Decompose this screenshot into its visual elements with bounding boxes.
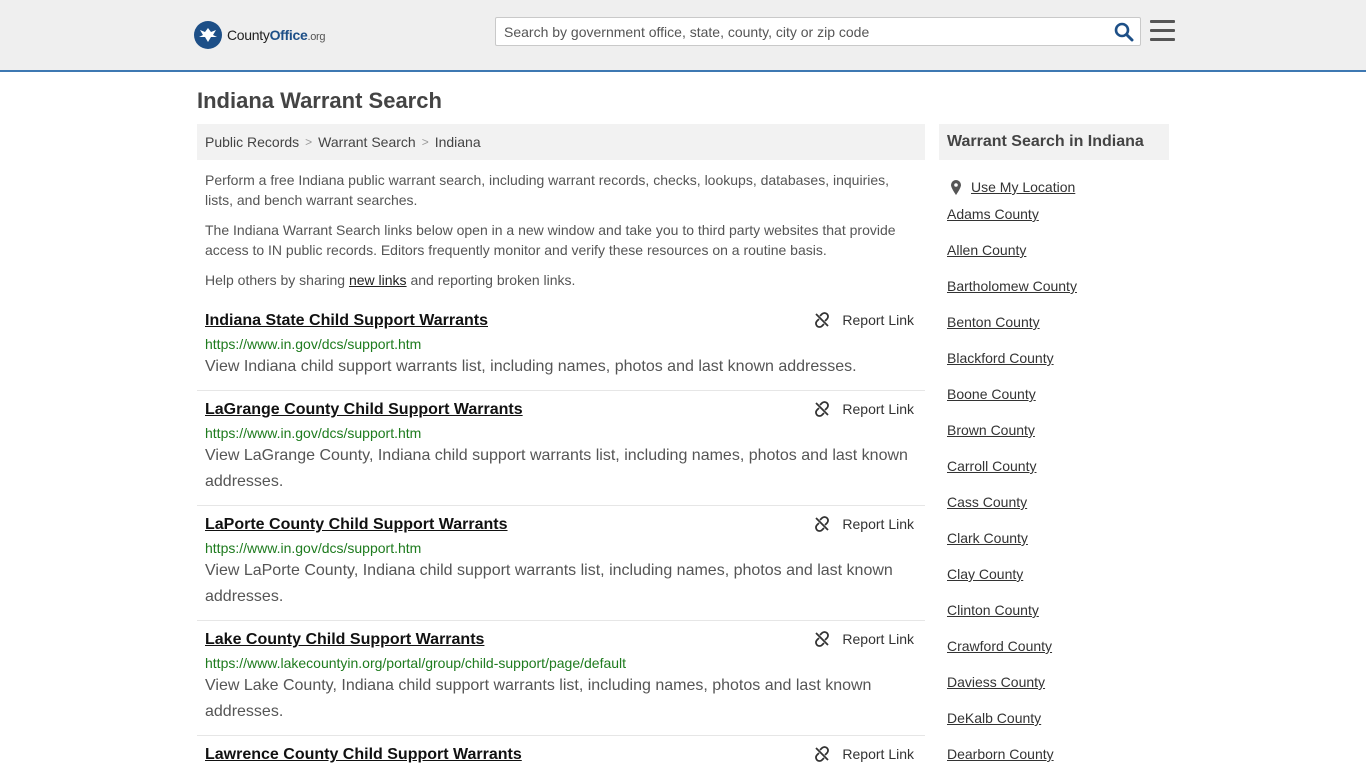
county-link[interactable]: Blackford County [947,350,1054,366]
logo-eagle-icon [194,21,222,49]
list-item: Benton County [939,304,1169,340]
report-link-button[interactable]: Report Link [814,401,914,417]
record-description: View LaPorte County, Indiana child suppo… [205,562,893,605]
county-link[interactable]: Cass County [947,494,1027,510]
breadcrumb-indiana[interactable]: Indiana [435,134,481,150]
site-header: CountyOffice.org [0,0,1366,72]
county-list: Adams County Allen County Bartholomew Co… [939,196,1169,768]
search-icon[interactable] [1114,22,1134,42]
broken-link-icon [815,312,830,328]
sidebar: Warrant Search in Indiana Use My Locatio… [939,124,1169,768]
record-item: Lake County Child Support Warrants Repor… [197,621,925,736]
breadcrumb-separator: > [421,135,429,149]
record-title-link[interactable]: Lake County Child Support Warrants [205,629,484,651]
new-links-link[interactable]: new links [349,272,407,288]
record-title-link[interactable]: LaPorte County Child Support Warrants [205,514,508,536]
broken-link-icon [815,746,830,762]
logo-link[interactable]: CountyOffice.org [194,20,326,50]
record-url: https://www.in.gov/dcs/support.htm [205,425,422,441]
page-title: Indiana Warrant Search [197,88,442,113]
list-item: Adams County [939,196,1169,232]
record-url: https://www.in.gov/dcs/support.htm [205,540,422,556]
list-item: DeKalb County [939,700,1169,736]
intro-paragraph: Perform a free Indiana public warrant se… [205,172,890,208]
county-link[interactable]: Benton County [947,314,1040,330]
list-item: Bartholomew County [939,268,1169,304]
hamburger-menu-icon[interactable] [1150,20,1175,42]
broken-link-icon [815,516,830,532]
breadcrumb-public-records[interactable]: Public Records [205,134,299,150]
list-item: Brown County [939,412,1169,448]
record-description: View Indiana child support warrants list… [205,358,857,375]
record-item: LaPorte County Child Support Warrants Re… [197,506,925,621]
use-my-location-link[interactable]: Use My Location [971,179,1075,195]
use-location-row: Use My Location [951,178,1169,196]
map-pin-icon [951,179,961,195]
disclaimer-paragraph: The Indiana Warrant Search links below o… [205,222,896,258]
record-item: LaGrange County Child Support Warrants R… [197,391,925,506]
report-link-button[interactable]: Report Link [814,746,914,762]
list-item: Clinton County [939,592,1169,628]
county-link[interactable]: Crawford County [947,638,1052,654]
report-link-button[interactable]: Report Link [814,312,914,328]
sidebar-title: Warrant Search in Indiana [939,124,1169,160]
record-list: Indiana State Child Support Warrants Rep… [197,302,925,768]
record-title-link[interactable]: Indiana State Child Support Warrants [205,310,488,332]
record-item: Lawrence County Child Support Warrants R… [197,736,925,768]
county-link[interactable]: DeKalb County [947,710,1041,726]
list-item: Boone County [939,376,1169,412]
list-item: Blackford County [939,340,1169,376]
broken-link-icon [815,401,830,417]
list-item: Daviess County [939,664,1169,700]
list-item: Clay County [939,556,1169,592]
breadcrumb: Public Records > Warrant Search > Indian… [197,124,925,160]
county-link[interactable]: Clark County [947,530,1028,546]
list-item: Dearborn County [939,736,1169,768]
report-link-button[interactable]: Report Link [814,631,914,647]
list-item: Allen County [939,232,1169,268]
county-link[interactable]: Dearborn County [947,746,1054,762]
county-link[interactable]: Brown County [947,422,1035,438]
breadcrumb-separator: > [305,135,313,149]
county-link[interactable]: Adams County [947,206,1039,222]
record-description: View LaGrange County, Indiana child supp… [205,447,908,490]
county-link[interactable]: Clinton County [947,602,1039,618]
county-link[interactable]: Clay County [947,566,1023,582]
list-item: Crawford County [939,628,1169,664]
county-link[interactable]: Bartholomew County [947,278,1077,294]
report-link-button[interactable]: Report Link [814,516,914,532]
list-item: Carroll County [939,448,1169,484]
record-item: Indiana State Child Support Warrants Rep… [197,302,925,391]
logo-text: CountyOffice.org [227,27,326,43]
record-title-link[interactable]: LaGrange County Child Support Warrants [205,399,523,421]
search-box [495,17,1141,46]
search-input[interactable] [496,18,1106,45]
breadcrumb-warrant-search[interactable]: Warrant Search [318,134,416,150]
share-paragraph: Help others by sharing new links and rep… [205,272,576,288]
record-url: https://www.in.gov/dcs/support.htm [205,336,422,352]
list-item: Clark County [939,520,1169,556]
broken-link-icon [815,631,830,647]
list-item: Cass County [939,484,1169,520]
county-link[interactable]: Carroll County [947,458,1036,474]
record-title-link[interactable]: Lawrence County Child Support Warrants [205,744,522,766]
county-link[interactable]: Allen County [947,242,1026,258]
county-link[interactable]: Daviess County [947,674,1045,690]
county-link[interactable]: Boone County [947,386,1036,402]
record-url: https://www.lakecountyin.org/portal/grou… [205,655,627,671]
record-description: View Lake County, Indiana child support … [205,677,872,720]
